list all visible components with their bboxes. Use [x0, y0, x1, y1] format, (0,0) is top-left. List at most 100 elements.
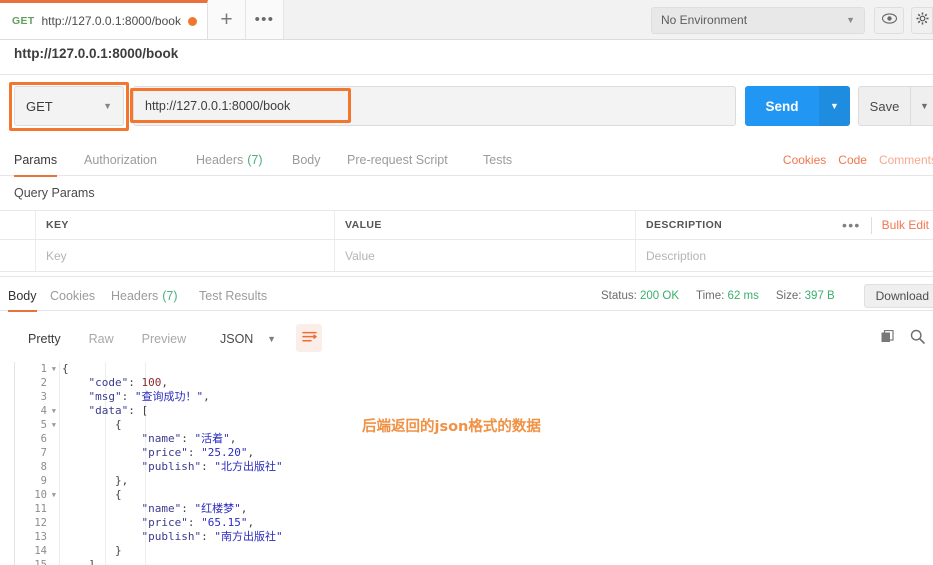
- view-mode-pretty[interactable]: Pretty: [14, 325, 75, 353]
- line-number: 12: [34, 517, 47, 529]
- code-token: {: [114, 488, 122, 501]
- send-button[interactable]: Send: [745, 86, 819, 126]
- column-header-description: DESCRIPTION: [646, 219, 723, 231]
- response-tab-cookies-label: Cookies: [50, 288, 96, 303]
- response-tab-test-results-label: Test Results: [199, 288, 268, 303]
- response-meta: Status: 200 OK Time: 62 ms Size: 397 B: [601, 280, 835, 311]
- line-number: 14: [34, 545, 47, 557]
- code-line: "msg": "查询成功！",: [62, 390, 362, 404]
- wrap-lines-button[interactable]: [296, 324, 322, 352]
- response-tab-headers[interactable]: Headers (7): [111, 280, 178, 311]
- code-link[interactable]: Code: [838, 153, 867, 167]
- response-format-toolbar: Pretty Raw Preview JSON ▼: [0, 320, 933, 360]
- download-button[interactable]: Download: [863, 284, 933, 308]
- tab-params[interactable]: Params: [14, 143, 58, 177]
- tab-body[interactable]: Body: [292, 143, 321, 176]
- code-token: 100: [141, 376, 162, 389]
- comments-link[interactable]: Comments (0: [879, 153, 933, 167]
- line-number: 15: [34, 559, 47, 565]
- tab-more-button[interactable]: •••: [245, 0, 284, 39]
- response-tab-test-results[interactable]: Test Results: [199, 280, 267, 311]
- code-token: "data": [88, 404, 129, 417]
- value-input[interactable]: Value: [345, 249, 375, 263]
- response-body-viewer[interactable]: 1 ▼ 2 3 4 ▼ 5 ▼ 6 7 8 9 10 ▼ 11 12 13 14 15 { "code": 100,…: [0, 362, 933, 565]
- line-number: 9: [40, 475, 47, 487]
- wrap-lines-icon: [301, 331, 317, 346]
- save-button[interactable]: Save: [858, 86, 910, 126]
- settings-button[interactable]: [911, 6, 933, 34]
- code-token: ,: [203, 390, 210, 403]
- send-options-button[interactable]: ▼: [819, 86, 850, 126]
- tab-pre-request-script[interactable]: Pre-request Script: [347, 143, 448, 176]
- request-tabs: Params Authorization Headers (7) Body Pr…: [0, 143, 933, 177]
- code-token: :: [187, 516, 202, 529]
- code-token: ,: [247, 516, 255, 529]
- key-input[interactable]: Key: [46, 249, 67, 263]
- query-params-label: Query Params: [14, 186, 95, 200]
- url-bar: GET ▼ http://127.0.0.1:8000/book Send ▼ …: [0, 82, 933, 132]
- column-header-value: VALUE: [345, 219, 382, 231]
- code-line: "publish": "南方出版社": [62, 530, 362, 544]
- code-token: "北方出版社": [214, 460, 283, 473]
- line-numbers: 1 ▼ 2 3 4 ▼ 5 ▼ 6 7 8 9 10 ▼ 11 12 13 14 15: [14, 362, 60, 565]
- response-divider: [0, 276, 933, 277]
- response-tab-body[interactable]: Body: [8, 280, 37, 312]
- time-metric: Time: 62 ms: [696, 290, 759, 302]
- save-options-button[interactable]: ▼: [910, 86, 933, 126]
- fold-toggle-icon[interactable]: ▼: [52, 365, 56, 373]
- table-more-button[interactable]: •••: [842, 217, 861, 233]
- line-number: 8: [40, 461, 47, 473]
- gear-icon: [916, 12, 929, 28]
- fold-toggle-icon[interactable]: ▼: [52, 407, 56, 415]
- request-name-breadcrumb: http://127.0.0.1:8000/book: [14, 46, 179, 61]
- tab-params-label: Params: [14, 152, 58, 167]
- url-input-value: http://127.0.0.1:8000/book: [145, 99, 291, 113]
- response-language-label: JSON: [220, 332, 254, 346]
- select-all-column: [0, 211, 36, 239]
- code-token: ,: [161, 376, 168, 389]
- http-method-select[interactable]: GET ▼: [14, 86, 124, 126]
- description-input[interactable]: Description: [646, 249, 706, 263]
- code-token: :: [121, 390, 135, 403]
- search-icon[interactable]: [910, 329, 925, 347]
- copy-icon[interactable]: [881, 329, 895, 347]
- environment-quick-look-button[interactable]: [874, 6, 904, 34]
- tab-tests[interactable]: Tests: [483, 143, 512, 176]
- response-language-select[interactable]: JSON ▼: [211, 325, 285, 353]
- chevron-down-icon: ▼: [846, 15, 855, 25]
- code-token: :: [201, 460, 215, 473]
- unsaved-dot-icon[interactable]: [187, 16, 197, 26]
- tab-pre-request-script-label: Pre-request Script: [347, 152, 448, 167]
- code-token: {: [62, 362, 69, 375]
- cookies-link[interactable]: Cookies: [783, 153, 826, 167]
- response-body-actions: [881, 329, 925, 347]
- line-number: 1 ▼: [40, 363, 56, 375]
- row-checkbox-cell[interactable]: [0, 240, 36, 271]
- table-header-actions: ••• Bulk Edit: [842, 210, 933, 240]
- code-token: :: [201, 530, 215, 543]
- tab-authorization[interactable]: Authorization: [84, 143, 157, 176]
- table-row[interactable]: Key Value Description: [0, 240, 933, 272]
- code-token: "name": [141, 502, 182, 515]
- line-number: 5 ▼: [40, 419, 56, 431]
- response-tab-body-label: Body: [8, 288, 37, 303]
- code-line: "name": "红楼梦",: [62, 502, 362, 516]
- new-tab-button[interactable]: +: [207, 0, 246, 39]
- bulk-edit-link[interactable]: Bulk Edit: [882, 218, 929, 232]
- response-tab-cookies[interactable]: Cookies: [50, 280, 95, 311]
- response-view-modes: Pretty Raw Preview: [14, 325, 200, 353]
- code-line: {: [62, 418, 362, 432]
- view-mode-preview[interactable]: Preview: [128, 325, 200, 353]
- tab-headers[interactable]: Headers (7): [196, 143, 263, 176]
- fold-toggle-icon[interactable]: ▼: [52, 491, 56, 499]
- url-input[interactable]: http://127.0.0.1:8000/book: [133, 86, 736, 126]
- request-tab-title: http://127.0.0.1:8000/book: [41, 14, 181, 28]
- code-line: "price": "25.20",: [62, 446, 362, 460]
- line-number: 2: [40, 377, 47, 389]
- request-tab[interactable]: GET http://127.0.0.1:8000/book: [0, 0, 208, 39]
- view-mode-raw[interactable]: Raw: [75, 325, 128, 353]
- code-token: "code": [88, 376, 129, 389]
- fold-toggle-icon[interactable]: ▼: [52, 421, 56, 429]
- code-token: :: [128, 376, 142, 389]
- environment-select[interactable]: No Environment ▼: [651, 6, 865, 34]
